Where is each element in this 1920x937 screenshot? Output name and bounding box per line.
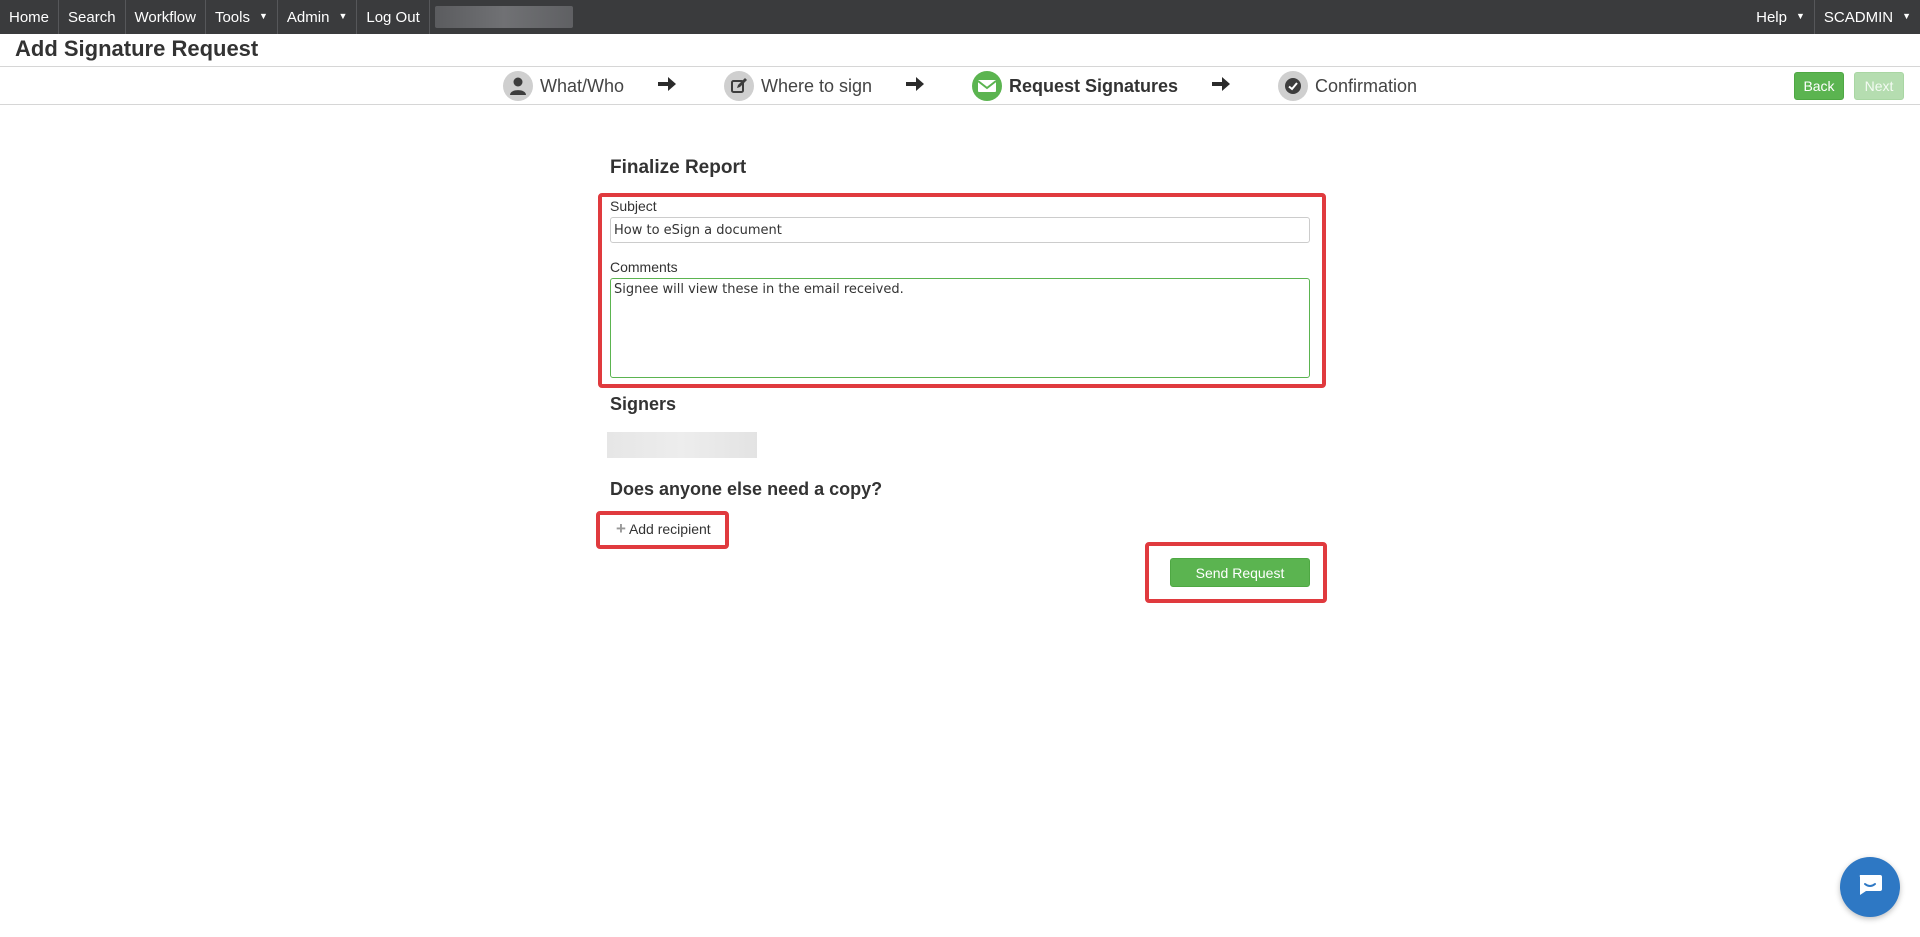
page-title: Add Signature Request <box>15 36 259 61</box>
next-button[interactable]: Next <box>1854 72 1904 100</box>
nav-search[interactable]: Search <box>59 0 126 34</box>
check-circle-icon <box>1278 71 1308 101</box>
step-what-who[interactable]: What/Who <box>503 71 624 101</box>
user-icon <box>503 71 533 101</box>
nav-tools-label: Tools <box>214 8 250 26</box>
copy-recipients-heading: Does anyone else need a copy? <box>610 479 883 499</box>
nav-admin-dropdown[interactable]: Admin ▼ <box>278 0 358 34</box>
chevron-down-icon: ▼ <box>1795 11 1805 21</box>
comments-label: Comments <box>610 259 678 275</box>
arrow-right-icon <box>657 76 677 97</box>
step-request-signatures[interactable]: Request Signatures <box>972 71 1178 101</box>
redacted-signer <box>607 432 757 458</box>
add-recipient-label: Add recipient <box>628 520 711 537</box>
nav-help-dropdown[interactable]: Help ▼ <box>1747 0 1814 34</box>
wizard-steps-bar: What/Who Where to sign Request Signature… <box>0 66 1920 105</box>
add-recipient-button[interactable]: + Add recipient <box>616 520 711 537</box>
step-label: Confirmation <box>1315 75 1418 96</box>
comments-textarea[interactable]: Signee will view these in the email rece… <box>610 278 1310 378</box>
redacted-nav-field <box>434 6 573 28</box>
nav-user-dropdown[interactable]: SCADMIN ▼ <box>1813 0 1920 34</box>
nav-help-label: Help <box>1756 8 1787 26</box>
nav-home[interactable]: Home <box>0 0 60 34</box>
chevron-down-icon: ▼ <box>338 11 348 21</box>
envelope-icon <box>972 71 1002 101</box>
nav-right-group: Help ▼ SCADMIN ▼ <box>1747 0 1920 34</box>
step-label: What/Who <box>540 75 625 96</box>
nav-tools-dropdown[interactable]: Tools ▼ <box>206 0 278 34</box>
subject-label: Subject <box>610 198 657 214</box>
subject-input[interactable] <box>610 217 1310 243</box>
step-where-to-sign[interactable]: Where to sign <box>724 71 872 101</box>
arrow-right-icon <box>905 76 925 97</box>
nav-admin-label: Admin <box>286 8 330 26</box>
arrow-right-icon <box>1211 76 1231 97</box>
top-navbar: Home Search Workflow Tools ▼ Admin ▼ Log… <box>0 0 1920 34</box>
step-confirmation[interactable]: Confirmation <box>1278 71 1417 101</box>
chevron-down-icon: ▼ <box>1902 11 1911 21</box>
chevron-down-icon: ▼ <box>258 11 268 21</box>
plus-icon: + <box>616 519 626 538</box>
chat-bubble-icon <box>1857 874 1883 901</box>
step-label: Where to sign <box>761 75 873 96</box>
signers-heading: Signers <box>610 394 677 414</box>
nav-logout[interactable]: Log Out <box>357 0 430 34</box>
nav-user-label: SCADMIN <box>1823 8 1894 26</box>
step-label: Request Signatures <box>1009 75 1179 96</box>
send-request-button[interactable]: Send Request <box>1170 558 1310 587</box>
nav-workflow[interactable]: Workflow <box>126 0 206 34</box>
chat-widget-button[interactable] <box>1840 857 1900 917</box>
edit-icon <box>724 71 754 101</box>
finalize-report-heading: Finalize Report <box>610 157 747 178</box>
back-button[interactable]: Back <box>1794 72 1844 100</box>
